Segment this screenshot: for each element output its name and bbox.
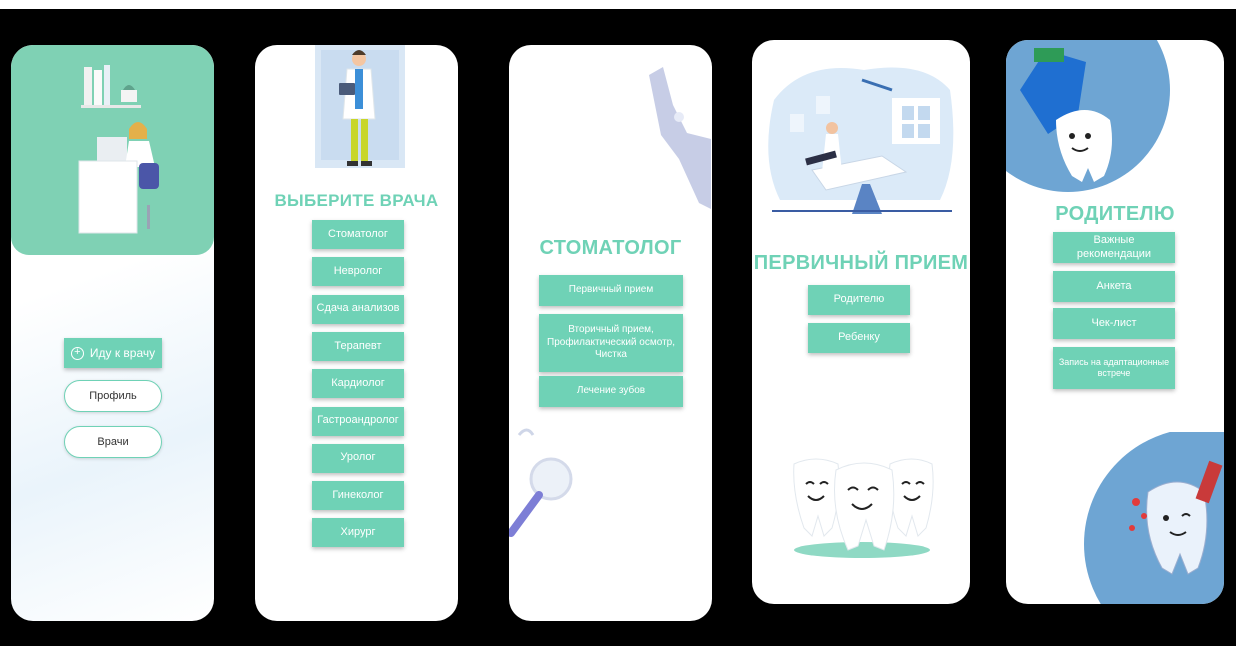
happy-teeth-illustration [793,458,934,558]
parent-option-1[interactable]: Анкета [1053,271,1175,302]
parent-title: РОДИТЕЛЮ [1055,203,1175,225]
parent-option-3[interactable]: Запись на адаптационные встрече [1053,347,1175,389]
doctors-button[interactable]: Врачи [64,426,162,458]
profile-button[interactable]: Профиль [64,380,162,412]
tooth-brushing-illustration [1084,432,1224,604]
doctor-at-desk-illustration [78,65,159,234]
doctor-option-8[interactable]: Хирург [312,518,404,548]
doctor-option-5[interactable]: Гастроандролог [312,406,404,436]
plus-circle-icon: + [70,346,84,360]
choose-doctor-title: ВЫБЕРИТЕ ВРАЧА [274,191,439,210]
first-visit-title: ПЕРВИЧНЫЙ ПРИЕМ [753,252,969,274]
doctor-option-0[interactable]: Стоматолог [312,220,404,249]
dentist-service-2[interactable]: Лечение зубов [539,376,683,407]
doctor-illustration [315,45,405,168]
first-visit-option-1[interactable]: Ребенку [808,323,910,353]
screen-first-visit: ПЕРВИЧНЫЙ ПРИЕМ Родителю Ребенку [752,40,970,604]
dentist-service-1[interactable]: Вторичный прием, Профилактический осмотр… [539,314,683,372]
doctor-option-1[interactable]: Невролог [312,257,404,287]
screen-choose-doctor: ВЫБЕРИТЕ ВРАЧА Стоматолог Невролог Сдача а… [255,45,458,621]
doctor-option-3[interactable]: Терапевт [312,331,404,361]
screen-home: + Иду к врачу Профиль Врачи [11,45,214,621]
parent-option-0[interactable]: Важные рекомендации [1053,232,1175,263]
dentist-title: СТОМАТОЛОГ [539,237,682,259]
doctors-label: Врачи [97,436,129,448]
doctor-option-2[interactable]: Сдача анализов [312,294,404,324]
screen-parent: РОДИТЕЛЮ Важные рекомендации Анкета Чек-ли… [1006,40,1224,604]
doctor-option-7[interactable]: Гинеколог [312,481,404,511]
first-visit-option-0[interactable]: Родителю [808,285,910,315]
profile-label: Профиль [89,390,137,402]
screen-dentist: СТОМАТОЛОГ Первичный прием Вторичный прие… [509,45,712,621]
go-to-doctor-label: Иду к врачу [89,345,156,360]
parent-option-2[interactable]: Чек-лист [1053,308,1175,339]
doctor-option-6[interactable]: Уролог [312,443,404,473]
dentist-service-0[interactable]: Первичный прием [539,275,683,306]
doctor-option-4[interactable]: Кардиолог [312,369,404,399]
go-to-doctor-button[interactable]: + Иду к врачу [64,338,162,368]
toothpaste-illustration [1006,40,1170,192]
dentist-chair-illustration [768,67,954,214]
